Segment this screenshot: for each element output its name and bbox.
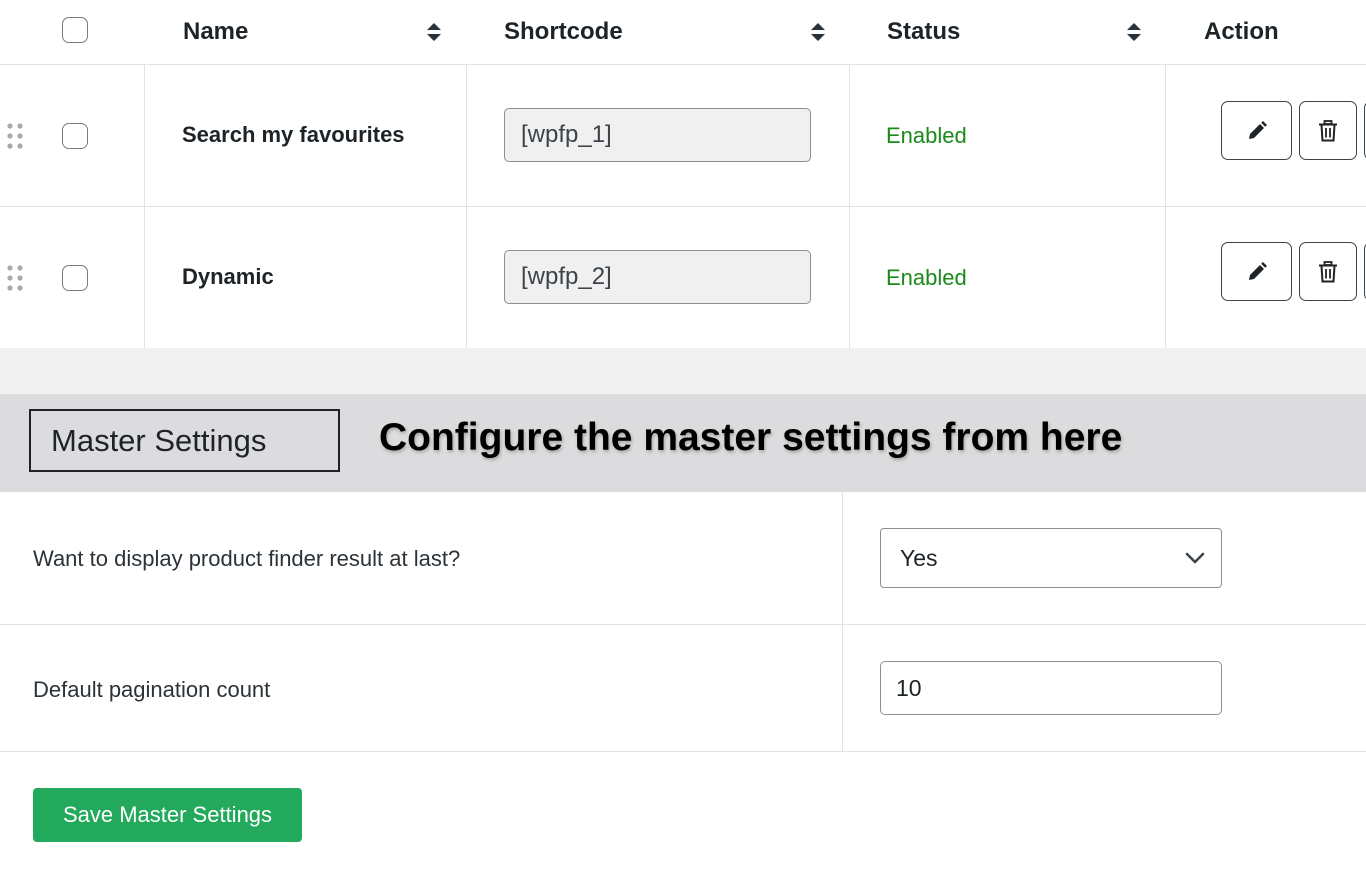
status-text: Enabled (886, 123, 967, 148)
shortcode-field[interactable]: [wpfp_1] (504, 108, 811, 162)
select-all-checkbox[interactable] (62, 17, 88, 43)
setting-label: Default pagination count (33, 677, 271, 702)
status-text: Enabled (886, 265, 967, 290)
sort-icon[interactable] (810, 21, 826, 43)
trash-icon (1319, 119, 1337, 141)
pencil-icon (1248, 120, 1267, 139)
column-divider (842, 625, 843, 751)
drag-handle-icon[interactable] (6, 122, 24, 150)
master-settings-heading: Master Settings (29, 409, 340, 472)
trash-icon (1319, 260, 1337, 282)
setting-label: Want to display product finder result at… (33, 546, 461, 571)
column-divider (1165, 207, 1166, 348)
master-settings-banner: Master Settings Configure the master set… (0, 394, 1366, 492)
table-row: Dynamic [wpfp_2] Enabled (0, 207, 1366, 349)
delete-button[interactable] (1299, 101, 1357, 160)
shortcode-field[interactable]: [wpfp_2] (504, 250, 811, 304)
setting-row-pagination: Default pagination count 10 (0, 625, 1366, 752)
select-value: Yes (900, 544, 938, 571)
column-header-shortcode[interactable]: Shortcode (504, 0, 623, 64)
column-divider (144, 207, 145, 348)
chevron-down-icon (1185, 552, 1205, 564)
section-spacer (0, 348, 1366, 394)
column-divider (849, 207, 850, 348)
column-header-action-label: Action (1204, 18, 1279, 45)
column-divider (849, 65, 850, 206)
pencil-icon (1248, 261, 1267, 280)
column-divider (466, 65, 467, 206)
setting-row-display-last: Want to display product finder result at… (0, 492, 1366, 625)
column-divider (466, 207, 467, 348)
master-settings-annotation: Configure the master settings from here (379, 416, 1123, 459)
column-header-name[interactable]: Name (183, 0, 248, 64)
row-name: Search my favourites (182, 122, 405, 147)
sort-icon[interactable] (1126, 21, 1142, 43)
sort-icon[interactable] (426, 21, 442, 43)
row-name: Dynamic (182, 264, 274, 289)
table-header: Name Shortcode Status Action (0, 0, 1366, 65)
column-header-name-label: Name (183, 18, 249, 45)
column-divider (144, 65, 145, 206)
display-last-select[interactable]: Yes (880, 528, 1222, 588)
column-divider (1165, 65, 1166, 206)
edit-button[interactable] (1221, 101, 1292, 160)
drag-handle-icon[interactable] (6, 264, 24, 292)
column-header-action: Action (1204, 0, 1279, 64)
save-master-settings-button[interactable]: Save Master Settings (33, 788, 302, 842)
column-header-shortcode-label: Shortcode (504, 18, 623, 45)
column-header-status-label: Status (887, 18, 961, 45)
table-row: Search my favourites [wpfp_1] Enabled (0, 65, 1366, 207)
column-divider (842, 492, 843, 624)
column-header-status[interactable]: Status (887, 0, 960, 64)
edit-button[interactable] (1221, 242, 1292, 301)
delete-button[interactable] (1299, 242, 1357, 301)
pagination-count-input[interactable]: 10 (880, 661, 1222, 715)
row-checkbox[interactable] (62, 265, 88, 291)
row-checkbox[interactable] (62, 123, 88, 149)
